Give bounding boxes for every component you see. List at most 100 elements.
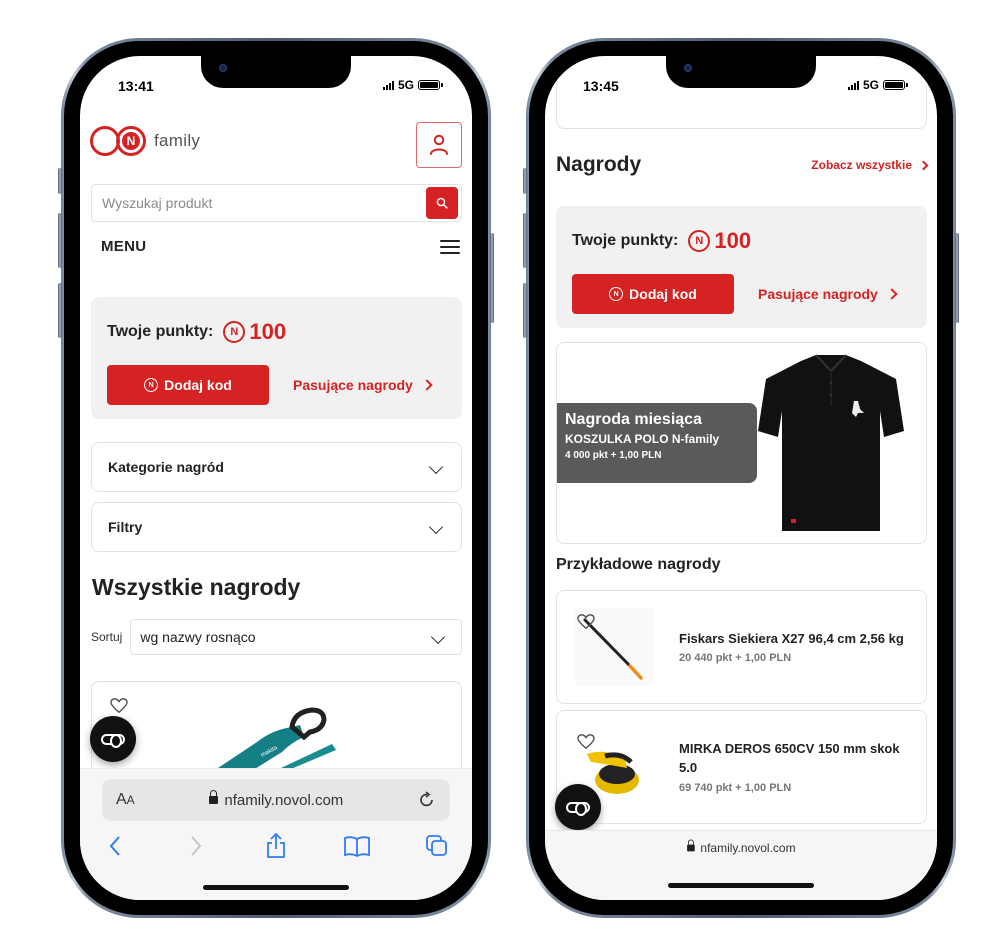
chevron-down-icon (428, 459, 444, 475)
battery-icon (883, 80, 908, 90)
power-button (955, 233, 959, 323)
status-time: 13:45 (583, 78, 619, 94)
chevron-right-icon (421, 379, 433, 391)
matching-rewards-link[interactable]: Pasujące nagrody (758, 286, 898, 302)
url-text: nfamily.novol.com (700, 841, 796, 855)
phone-left: 13:41 5G N family Wyszukaj produkt MENU … (58, 38, 494, 918)
mute-switch (58, 168, 62, 194)
matching-rewards-link[interactable]: Pasujące nagrody (293, 377, 433, 393)
reward-of-month-badge: Nagroda miesiąca KOSZULKA POLO N-family … (557, 403, 757, 483)
add-coin-icon: N (609, 287, 624, 301)
forward-button[interactable] (181, 831, 211, 861)
logo-text: family (154, 131, 201, 150)
search-button[interactable] (426, 187, 458, 219)
see-all-label: Zobacz wszystkie (811, 158, 912, 172)
hamburger-icon[interactable] (440, 239, 460, 254)
screen-left: 13:41 5G N family Wyszukaj produkt MENU … (80, 56, 472, 900)
accordion-filters[interactable]: Filtry (91, 502, 462, 552)
camera-icon (684, 64, 692, 72)
share-button[interactable] (261, 831, 291, 861)
heart-icon[interactable] (577, 734, 595, 750)
chevron-left-icon (109, 836, 120, 856)
link-icon (566, 801, 590, 816)
rewards-title: Nagrody (556, 153, 642, 176)
account-button[interactable] (416, 122, 462, 168)
browser-bar: AA nfamily.novol.com (80, 768, 472, 900)
reward-list-item[interactable]: Fiskars Siekiera X27 96,4 cm 2,56 kg 20 … (556, 590, 927, 704)
chevron-down-icon (428, 519, 444, 535)
notch (201, 56, 351, 88)
url-display: nfamily.novol.com (686, 839, 796, 855)
reward-list-item[interactable]: MIRKA DEROS 650CV 150 mm skok 5.0 69 740… (556, 710, 927, 824)
link-fab-button[interactable] (90, 716, 136, 762)
chevron-right-icon (190, 836, 201, 856)
section-title: Wszystkie nagrody (92, 574, 301, 600)
brand-logo[interactable]: N family (90, 126, 200, 156)
signal-icon (847, 80, 859, 90)
rewards-header: Nagrody Zobacz wszystkie (556, 153, 929, 177)
chevron-right-icon (886, 288, 898, 300)
add-code-label: Dodaj kod (164, 377, 232, 393)
reward-of-month-price: 4 000 pkt + 1,00 PLN (565, 450, 662, 461)
search-input[interactable] (92, 185, 426, 221)
bezel: 13:45 5G Nagrody Zobacz wszystkie Twoje … (529, 41, 953, 915)
reward-of-month-heading: Nagroda miesiąca (565, 411, 702, 428)
logo-mark-icon: N (90, 126, 150, 156)
link-icon (101, 733, 125, 748)
book-icon (343, 836, 370, 857)
points-row: Twoje punkty: N 100 (572, 228, 911, 254)
network-label: 5G (862, 78, 879, 92)
matching-rewards-label: Pasujące nagrody (293, 377, 413, 393)
status-icons: 5G (382, 78, 443, 92)
network-label: 5G (397, 78, 414, 92)
see-all-link[interactable]: Zobacz wszystkie (811, 158, 929, 172)
volume-up-button (58, 213, 62, 268)
lock-icon (209, 790, 219, 805)
sort-row: Sortuj wg nazwy rosnąco (91, 619, 462, 655)
add-coin-icon: N (144, 378, 159, 392)
text-size-button[interactable]: AA (116, 791, 135, 809)
add-code-button[interactable]: N Dodaj kod (572, 274, 734, 314)
home-indicator (203, 885, 349, 890)
sort-select[interactable]: wg nazwy rosnąco (130, 619, 462, 655)
menu-bar[interactable]: MENU (101, 238, 460, 255)
tabs-icon (426, 835, 447, 856)
accordion-reward-categories[interactable]: Kategorie nagród (91, 442, 462, 492)
reward-name: Fiskars Siekiera X27 96,4 cm 2,56 kg (679, 630, 904, 646)
user-icon (430, 134, 448, 155)
camera-icon (219, 64, 227, 72)
link-fab-button[interactable] (555, 784, 601, 830)
points-row: Twoje punkty: N 100 (107, 319, 446, 345)
url-display: nfamily.novol.com (209, 790, 343, 809)
accordion-label: Kategorie nagród (108, 459, 224, 475)
reward-name: MIRKA DEROS 650CV 150 mm skok 5.0 (679, 741, 900, 775)
add-code-button[interactable]: N Dodaj kod (107, 365, 269, 405)
reward-of-month-card[interactable]: Nagroda miesiąca KOSZULKA POLO N-family … (556, 342, 927, 544)
home-indicator (668, 883, 814, 888)
sort-selected-value: wg nazwy rosnąco (140, 629, 256, 645)
matching-rewards-label: Pasujące nagrody (758, 286, 878, 302)
mute-switch (523, 168, 527, 194)
browser-toolbar (100, 831, 452, 861)
search-bar (91, 184, 462, 222)
url-bar[interactable]: AA nfamily.novol.com (102, 779, 450, 821)
volume-down-button (523, 283, 527, 338)
tabs-button[interactable] (422, 831, 452, 861)
heart-icon[interactable] (110, 698, 128, 714)
points-label: Twoje punkty: (572, 232, 679, 249)
screen-right: 13:45 5G Nagrody Zobacz wszystkie Twoje … (545, 56, 937, 900)
signal-icon (382, 80, 394, 90)
bookmarks-button[interactable] (342, 831, 372, 861)
browser-bar-compact[interactable]: nfamily.novol.com (545, 830, 937, 900)
reward-of-month-product: KOSZULKA POLO N-family (565, 432, 720, 446)
chevron-down-icon (430, 629, 446, 645)
product-image-polo-shirt (758, 354, 904, 531)
reload-icon[interactable] (418, 791, 436, 809)
battery-icon (418, 80, 443, 90)
back-button[interactable] (100, 831, 130, 861)
search-icon (436, 197, 448, 209)
points-coin-icon: N (223, 321, 246, 343)
product-thumbnail (575, 608, 653, 686)
notch (666, 56, 816, 88)
heart-icon[interactable] (577, 614, 595, 630)
